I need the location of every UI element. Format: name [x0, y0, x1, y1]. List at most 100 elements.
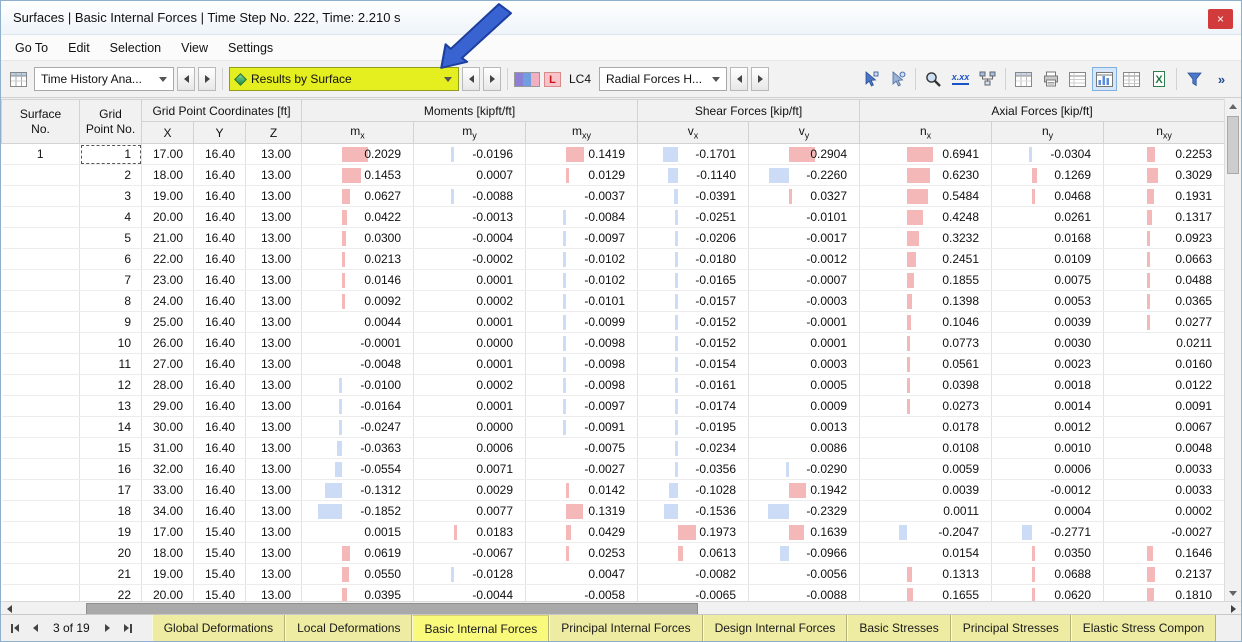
coordinate-cell[interactable]: 16.40 [194, 438, 246, 459]
coordinate-cell[interactable]: 13.00 [246, 186, 302, 207]
view-selector-combo[interactable]: Time History Ana... [34, 67, 174, 91]
coordinate-cell[interactable]: 23.00 [142, 270, 194, 291]
menu-view[interactable]: View [171, 35, 218, 61]
value-cell[interactable]: -0.0082 [638, 564, 749, 585]
coordinate-cell[interactable]: 13.00 [246, 333, 302, 354]
value-cell[interactable]: 0.1398 [860, 291, 992, 312]
grid-point-no-cell[interactable]: 4 [80, 207, 142, 228]
coordinate-cell[interactable]: 30.00 [142, 417, 194, 438]
prev-page-button[interactable] [25, 618, 45, 638]
coordinate-cell[interactable]: 16.40 [194, 501, 246, 522]
value-cell[interactable]: -0.0088 [749, 585, 860, 602]
value-cell[interactable]: 0.0142 [526, 480, 638, 501]
surface-no-cell[interactable]: 1 [2, 144, 80, 165]
surface-no-cell[interactable] [2, 396, 80, 417]
coordinate-cell[interactable]: 16.40 [194, 417, 246, 438]
value-cell[interactable]: 0.0350 [992, 543, 1104, 564]
coordinate-cell[interactable]: 13.00 [246, 270, 302, 291]
coordinate-cell[interactable]: 13.00 [246, 438, 302, 459]
select-result-pointer-icon[interactable] [858, 67, 883, 91]
coordinate-cell[interactable]: 13.00 [246, 249, 302, 270]
result-diagram-icon[interactable] [975, 67, 1000, 91]
surface-no-cell[interactable] [2, 501, 80, 522]
grid-point-no-cell[interactable]: 17 [80, 480, 142, 501]
values-next-button[interactable] [751, 67, 769, 91]
coordinate-cell[interactable]: 19.00 [142, 186, 194, 207]
value-cell[interactable]: 0.4248 [860, 207, 992, 228]
table-row[interactable]: 622.0016.4013.000.0213-0.0002-0.0102-0.0… [2, 249, 1225, 270]
menu-edit[interactable]: Edit [58, 35, 100, 61]
coordinate-cell[interactable]: 13.00 [246, 417, 302, 438]
tab-global-deformations[interactable]: Global Deformations [152, 615, 285, 641]
coordinate-cell[interactable]: 13.00 [246, 396, 302, 417]
coordinate-cell[interactable]: 26.00 [142, 333, 194, 354]
value-cell[interactable]: -0.1852 [302, 501, 414, 522]
value-cell[interactable]: -0.0088 [414, 186, 526, 207]
value-cell[interactable]: 0.0122 [1104, 375, 1225, 396]
value-cell[interactable]: -0.1140 [638, 165, 749, 186]
value-cell[interactable]: -0.0091 [526, 417, 638, 438]
scroll-up-button[interactable] [1225, 99, 1241, 114]
coordinate-cell[interactable]: 17.00 [142, 144, 194, 165]
value-cell[interactable]: -0.0152 [638, 333, 749, 354]
value-cell[interactable]: -0.0195 [638, 417, 749, 438]
table-row[interactable]: 319.0016.4013.000.0627-0.0088-0.0037-0.0… [2, 186, 1225, 207]
tab-design-internal-forces[interactable]: Design Internal Forces [703, 615, 848, 641]
coordinate-cell[interactable]: 19.00 [142, 564, 194, 585]
value-cell[interactable]: 0.0154 [860, 543, 992, 564]
value-cell[interactable]: 0.0261 [992, 207, 1104, 228]
value-cell[interactable]: -0.0247 [302, 417, 414, 438]
value-cell[interactable]: 0.0108 [860, 438, 992, 459]
value-cell[interactable]: 0.0213 [302, 249, 414, 270]
table-row[interactable]: 521.0016.4013.000.0300-0.0004-0.0097-0.0… [2, 228, 1225, 249]
grid-point-no-cell[interactable]: 6 [80, 249, 142, 270]
value-cell[interactable]: -0.0099 [526, 312, 638, 333]
coordinate-cell[interactable]: 13.00 [246, 459, 302, 480]
coordinate-cell[interactable]: 13.00 [246, 375, 302, 396]
value-cell[interactable]: -0.0363 [302, 438, 414, 459]
grid-point-no-cell[interactable]: 1 [80, 144, 142, 165]
value-cell[interactable]: 0.0168 [992, 228, 1104, 249]
value-cell[interactable]: -0.2771 [992, 522, 1104, 543]
grid-point-no-cell[interactable]: 13 [80, 396, 142, 417]
tab-principal-internal-forces[interactable]: Principal Internal Forces [549, 615, 702, 641]
coordinate-cell[interactable]: 20.00 [142, 585, 194, 602]
value-cell[interactable]: 0.0015 [302, 522, 414, 543]
coordinate-cell[interactable]: 28.00 [142, 375, 194, 396]
value-cell[interactable]: -0.2329 [749, 501, 860, 522]
surface-no-cell[interactable] [2, 522, 80, 543]
value-cell[interactable]: 0.0002 [414, 375, 526, 396]
table-row[interactable]: 1026.0016.4013.00-0.00010.0000-0.0098-0.… [2, 333, 1225, 354]
value-cell[interactable]: 0.0422 [302, 207, 414, 228]
value-cell[interactable]: 0.0091 [1104, 396, 1225, 417]
value-cell[interactable]: -0.0017 [749, 228, 860, 249]
all-tables-icon[interactable] [1119, 67, 1144, 91]
table-row[interactable]: 1733.0016.4013.00-0.13120.00290.0142-0.1… [2, 480, 1225, 501]
coordinate-cell[interactable]: 16.40 [194, 270, 246, 291]
first-page-button[interactable] [5, 618, 25, 638]
select-node-pointer-icon[interactable] [885, 67, 910, 91]
value-cell[interactable]: 0.0000 [414, 417, 526, 438]
value-cell[interactable]: 0.0018 [992, 375, 1104, 396]
value-cell[interactable]: 0.0211 [1104, 333, 1225, 354]
grid-point-no-cell[interactable]: 7 [80, 270, 142, 291]
value-cell[interactable]: -0.0234 [638, 438, 749, 459]
coordinate-cell[interactable]: 16.40 [194, 375, 246, 396]
grid-point-no-cell[interactable]: 3 [80, 186, 142, 207]
surface-no-cell[interactable] [2, 207, 80, 228]
table-row[interactable]: 1834.0016.4013.00-0.18520.00770.1319-0.1… [2, 501, 1225, 522]
menu-go-to[interactable]: Go To [5, 35, 58, 61]
value-cell[interactable]: 0.5484 [860, 186, 992, 207]
value-cell[interactable]: 0.1639 [749, 522, 860, 543]
value-cell[interactable]: 0.0613 [638, 543, 749, 564]
value-cell[interactable]: -0.0101 [526, 291, 638, 312]
coordinate-cell[interactable]: 13.00 [246, 207, 302, 228]
coordinate-cell[interactable]: 16.40 [194, 291, 246, 312]
value-cell[interactable]: 0.0005 [749, 375, 860, 396]
coordinate-cell[interactable]: 16.40 [194, 396, 246, 417]
surface-no-cell[interactable] [2, 375, 80, 396]
value-cell[interactable]: 0.0277 [1104, 312, 1225, 333]
value-cell[interactable]: 0.0059 [860, 459, 992, 480]
table-row[interactable]: 1329.0016.4013.00-0.01640.0001-0.0097-0.… [2, 396, 1225, 417]
menu-selection[interactable]: Selection [100, 35, 171, 61]
